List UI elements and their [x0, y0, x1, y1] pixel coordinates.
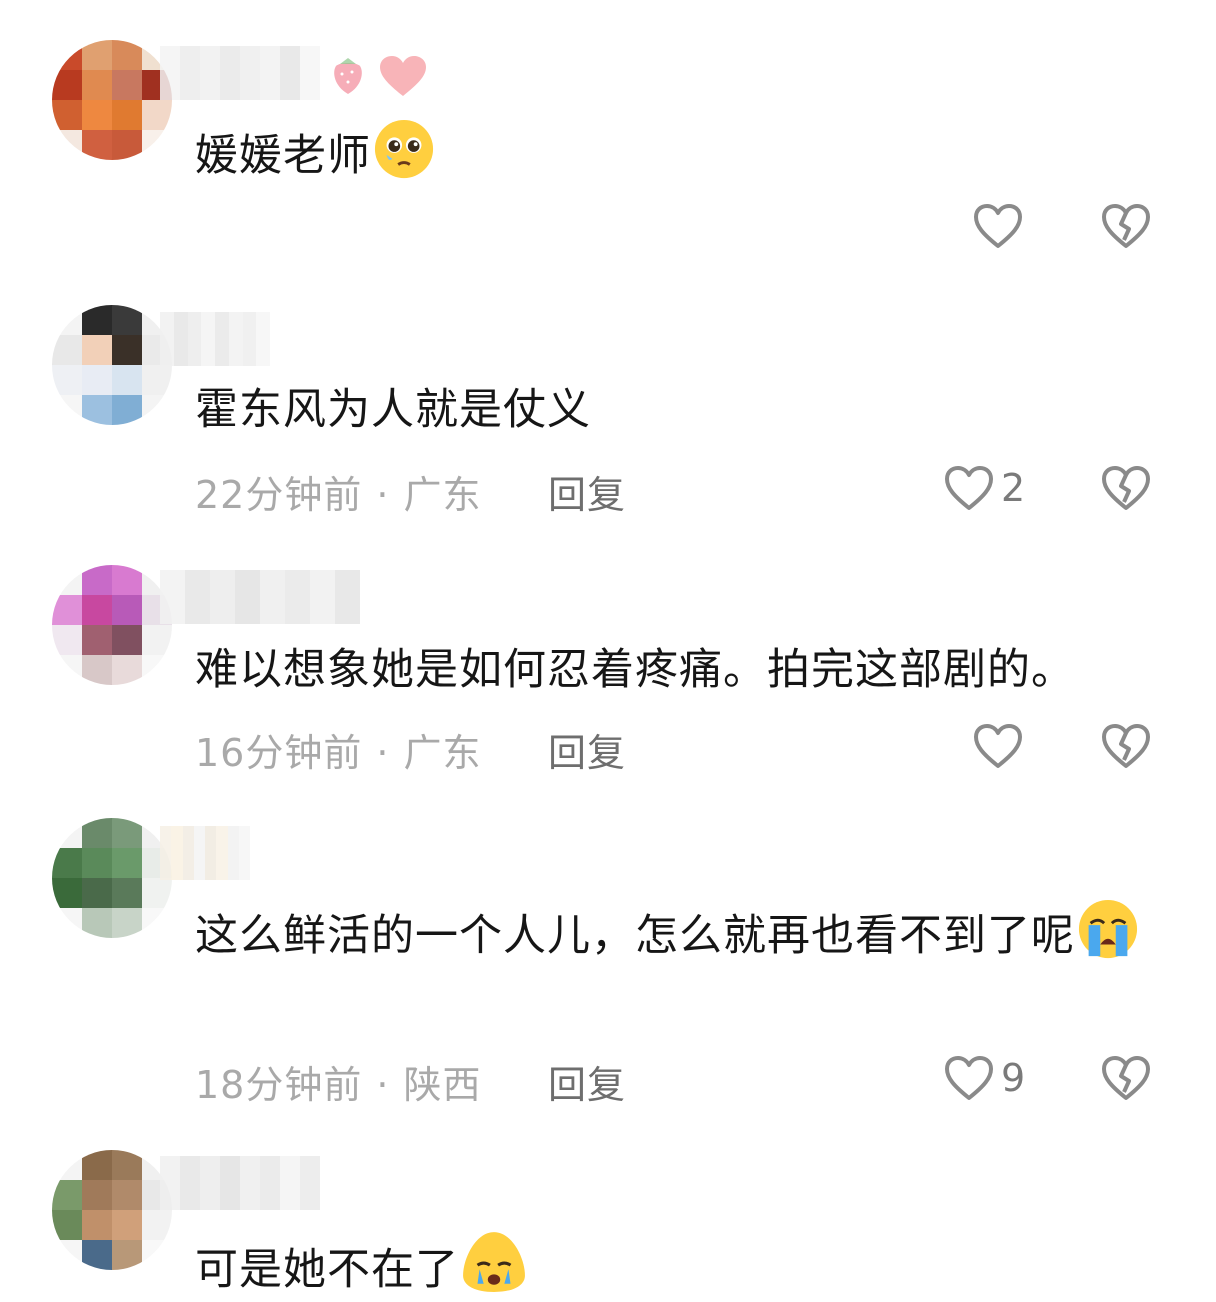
crying-face-emoji [463, 1232, 525, 1292]
reply-button[interactable]: 回复 [548, 464, 626, 519]
comment-text: 难以想象她是如何忍着疼痛。拍完这部剧的。 [195, 638, 1170, 702]
dislike-button[interactable] [1100, 202, 1152, 250]
avatar[interactable] [52, 1150, 172, 1270]
loudly-crying-face-emoji [1078, 899, 1138, 959]
comment-meta: 18分钟前 · 陕西 [195, 1054, 481, 1109]
like-button[interactable]: 9 [943, 1054, 1025, 1102]
comment-text: 媛媛老师 [195, 118, 1170, 188]
strawberry-emoji [334, 58, 362, 94]
username-blurred[interactable] [160, 826, 250, 880]
comment-meta: 16分钟前 · 广东 [195, 722, 481, 777]
separator-dot: · [376, 1063, 390, 1107]
like-button[interactable] [972, 202, 1024, 250]
timestamp: 22分钟前 [195, 473, 363, 517]
location: 广东 [403, 473, 482, 517]
broken-heart-icon [1102, 1056, 1150, 1100]
location: 广东 [403, 731, 482, 775]
timestamp: 16分钟前 [195, 731, 363, 775]
timestamp: 18分钟前 [195, 1063, 363, 1107]
like-count: 9 [1001, 1056, 1026, 1100]
heart-outline-icon [945, 1056, 993, 1100]
pink-heart-emoji [380, 56, 426, 96]
heart-outline-icon [974, 724, 1022, 768]
username-blurred[interactable] [160, 1156, 320, 1210]
location: 陕西 [403, 1063, 482, 1107]
like-button[interactable]: 2 [943, 464, 1025, 512]
reply-button[interactable]: 回复 [548, 722, 626, 777]
broken-heart-icon [1102, 204, 1150, 248]
broken-heart-icon [1102, 466, 1150, 510]
avatar[interactable] [52, 818, 172, 938]
broken-heart-icon [1102, 724, 1150, 768]
comment-text: 可是她不在了 [195, 1228, 1170, 1302]
dislike-button[interactable] [1100, 1054, 1152, 1102]
comment-text-content: 霍东风为人就是仗义 [195, 385, 591, 435]
dislike-button[interactable] [1100, 722, 1152, 770]
avatar[interactable] [52, 565, 172, 685]
reply-button[interactable]: 回复 [548, 1054, 626, 1109]
comment-text-content: 媛媛老师 [195, 131, 371, 181]
username-blurred[interactable] [160, 46, 320, 100]
comment-text-content: 这么鲜活的一个人儿，怎么就再也看不到了呢 [195, 911, 1075, 961]
like-count: 2 [1001, 466, 1026, 510]
avatar[interactable] [52, 40, 172, 160]
separator-dot: · [376, 731, 390, 775]
avatar[interactable] [52, 305, 172, 425]
username-blurred[interactable] [160, 312, 270, 366]
comment-meta: 22分钟前 · 广东 [195, 464, 481, 519]
pleading-face-emoji [374, 119, 434, 179]
comment-text-content: 可是她不在了 [195, 1245, 459, 1295]
heart-outline-icon [945, 466, 993, 510]
comment-text-content: 难以想象她是如何忍着疼痛。拍完这部剧的。 [195, 645, 1075, 695]
like-button[interactable] [972, 722, 1024, 770]
comment-text: 这么鲜活的一个人儿，怎么就再也看不到了呢 [195, 898, 1170, 968]
dislike-button[interactable] [1100, 464, 1152, 512]
separator-dot: · [376, 473, 390, 517]
heart-outline-icon [974, 204, 1022, 248]
username-emojis [326, 54, 428, 98]
comment-text: 霍东风为人就是仗义 [195, 378, 1170, 442]
username-blurred[interactable] [160, 570, 360, 624]
